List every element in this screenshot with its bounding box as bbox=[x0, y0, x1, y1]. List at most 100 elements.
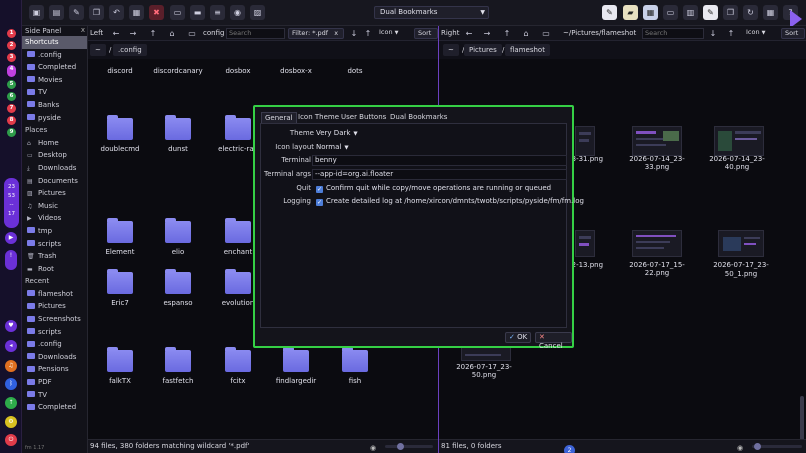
terminal-icon[interactable]: ▭ bbox=[170, 5, 185, 20]
terminal-args-input[interactable]: --app-id=org.ai.floater bbox=[312, 169, 567, 180]
place-item-scripts[interactable]: scripts bbox=[22, 238, 87, 251]
recent-item[interactable]: Downloads bbox=[22, 351, 87, 364]
pane-count-badge[interactable]: 2 bbox=[564, 445, 575, 453]
forward-icon[interactable]: → bbox=[127, 28, 139, 39]
shortcut-item[interactable]: .config bbox=[22, 49, 87, 62]
cancel-button[interactable]: ✕ Cancel bbox=[535, 332, 572, 350]
clock[interactable]: 23 53 -- 17 bbox=[4, 178, 19, 228]
home-icon[interactable]: ⌂ bbox=[166, 28, 178, 39]
sort-up-icon[interactable]: ↑ bbox=[362, 28, 374, 39]
recent-item[interactable]: .config bbox=[22, 338, 87, 351]
file-label[interactable]: 2026-07-14_23-33.png bbox=[617, 155, 697, 171]
sort-down-icon[interactable]: ↓ bbox=[348, 28, 360, 39]
detailed-log-checkbox[interactable]: ✓ Create detailed log at /home/xircon/dmn… bbox=[316, 196, 584, 207]
home-icon[interactable]: ⌂ bbox=[520, 28, 532, 39]
recent-item[interactable]: Completed bbox=[22, 401, 87, 414]
workspace-6[interactable]: 6 bbox=[7, 92, 16, 101]
slider-handle[interactable] bbox=[397, 443, 404, 450]
crumb-config[interactable]: .config bbox=[113, 44, 147, 56]
notes-icon[interactable]: ✎ bbox=[703, 5, 718, 20]
icon-layout-select[interactable]: Normal ▼ bbox=[314, 142, 349, 153]
menu-icon[interactable]: ≡ bbox=[210, 5, 225, 20]
recent-header[interactable]: Recent bbox=[22, 275, 87, 288]
confirm-quit-checkbox[interactable]: ✓ Confirm quit while copy/move operations… bbox=[316, 183, 551, 194]
workspace-2[interactable]: 2 bbox=[7, 41, 16, 50]
shortcut-item[interactable]: pyside bbox=[22, 112, 87, 125]
workspace-7[interactable]: 7 bbox=[7, 104, 16, 113]
workspace-5[interactable]: 5 bbox=[7, 80, 16, 89]
clipboard-icon[interactable]: ▦ bbox=[129, 5, 144, 20]
file-item[interactable]: discord bbox=[90, 67, 150, 77]
recent-item[interactable]: TV bbox=[22, 389, 87, 402]
recent-item[interactable]: PDF bbox=[22, 376, 87, 389]
place-item-desktop[interactable]: ▭ Desktop bbox=[22, 149, 87, 162]
forward-icon[interactable]: → bbox=[481, 28, 493, 39]
place-item-tmp[interactable]: tmp bbox=[22, 225, 87, 238]
grid-icon[interactable]: ▦ bbox=[763, 5, 778, 20]
shortcuts-header[interactable]: Shortcuts bbox=[22, 36, 87, 49]
folder-open-icon[interactable]: ▭ bbox=[186, 28, 198, 39]
place-item-videos[interactable]: ▶ Videos bbox=[22, 212, 87, 225]
copy-path-icon[interactable]: ❐ bbox=[723, 5, 738, 20]
workspace-9[interactable]: 9 bbox=[7, 128, 16, 137]
sort-down-icon[interactable]: ↓ bbox=[707, 28, 719, 39]
folder-open-icon[interactable]: ▭ bbox=[540, 28, 552, 39]
folder-item[interactable]: findlargedir bbox=[266, 347, 326, 385]
file-label[interactable]: 2026-07-17_23-50_1.png bbox=[701, 261, 781, 279]
folder-item[interactable]: fcitx bbox=[208, 347, 268, 385]
up-icon[interactable]: ↑ bbox=[501, 28, 513, 39]
shortcut-item[interactable]: Completed bbox=[22, 61, 87, 74]
folder-item[interactable]: Eric7 bbox=[90, 269, 150, 307]
workspace-1[interactable]: 1 bbox=[7, 29, 16, 38]
place-item-documents[interactable]: ▤ Documents bbox=[22, 175, 87, 188]
place-item-home[interactable]: ⌂ Home bbox=[22, 137, 87, 150]
update-icon[interactable]: ↑ bbox=[5, 397, 17, 409]
up-icon[interactable]: ↑ bbox=[147, 28, 159, 39]
theme-select[interactable]: Very Dark ▼ bbox=[314, 128, 358, 139]
place-item-pictures[interactable]: ▨ Pictures bbox=[22, 187, 87, 200]
window-icon[interactable]: ▬ bbox=[190, 5, 205, 20]
right-zoom-slider[interactable] bbox=[752, 443, 802, 450]
recent-item[interactable]: Pictures bbox=[22, 300, 87, 313]
back-icon[interactable]: ← bbox=[463, 28, 475, 39]
shortcut-item[interactable]: Movies bbox=[22, 74, 87, 87]
tab-user-buttons[interactable]: User Buttons bbox=[338, 112, 389, 123]
image-thumbnail[interactable] bbox=[714, 126, 764, 156]
file-item[interactable]: discordcanary bbox=[148, 67, 208, 77]
recent-item[interactable]: scripts bbox=[22, 326, 87, 339]
folder-item[interactable]: fish bbox=[325, 347, 385, 385]
new-file-icon[interactable]: ▤ bbox=[49, 5, 64, 20]
shutdown-icon[interactable]: ⏻ bbox=[5, 434, 17, 446]
close-icon[interactable]: x bbox=[334, 29, 338, 37]
file-label[interactable]: 2026-07-17_23-50.png bbox=[444, 363, 524, 379]
left-view-select[interactable]: Icon ▼ bbox=[376, 28, 412, 39]
file-label[interactable]: 2026-07-17_15-22.png bbox=[617, 261, 697, 277]
workspace-3[interactable]: 3 bbox=[7, 53, 16, 62]
panel-icon[interactable]: ▭ bbox=[663, 5, 678, 20]
left-zoom-slider[interactable] bbox=[385, 443, 433, 450]
video-icon[interactable]: ▶ bbox=[5, 232, 17, 244]
eye-icon[interactable]: ◉ bbox=[737, 442, 743, 453]
volume-icon[interactable]: ◂ bbox=[5, 340, 17, 352]
bluetooth-icon[interactable]: ᛒ bbox=[5, 378, 17, 390]
power-icon[interactable]: ♥ bbox=[5, 320, 17, 332]
place-item-music[interactable]: ♫ Music bbox=[22, 200, 87, 213]
delete-icon[interactable]: ✖ bbox=[149, 5, 164, 20]
eye-icon[interactable]: ◉ bbox=[230, 5, 245, 20]
bell-icon[interactable]: ! bbox=[5, 250, 17, 270]
edit-icon[interactable]: ✎ bbox=[602, 5, 617, 20]
tab-dual-bookmarks[interactable]: Dual Bookmarks bbox=[387, 112, 450, 123]
left-path-field[interactable]: config bbox=[203, 28, 224, 39]
place-item-downloads[interactable]: ⤓ Downloads bbox=[22, 162, 87, 175]
folder-item[interactable]: doublecmd bbox=[90, 115, 150, 153]
right-view-select[interactable]: Icon ▼ bbox=[743, 28, 779, 39]
image-thumbnail[interactable] bbox=[575, 126, 595, 156]
image-thumbnail[interactable] bbox=[632, 126, 682, 156]
undo-icon[interactable]: ↶ bbox=[109, 5, 124, 20]
recent-item[interactable]: Pensions bbox=[22, 363, 87, 376]
right-scrollbar[interactable] bbox=[800, 396, 804, 441]
tab-general[interactable]: General bbox=[261, 112, 297, 123]
recent-item[interactable]: flameshot bbox=[22, 288, 87, 301]
shortcut-item[interactable]: Banks bbox=[22, 99, 87, 112]
file-label[interactable]: 2026-07-14_23-40.png bbox=[697, 155, 777, 171]
